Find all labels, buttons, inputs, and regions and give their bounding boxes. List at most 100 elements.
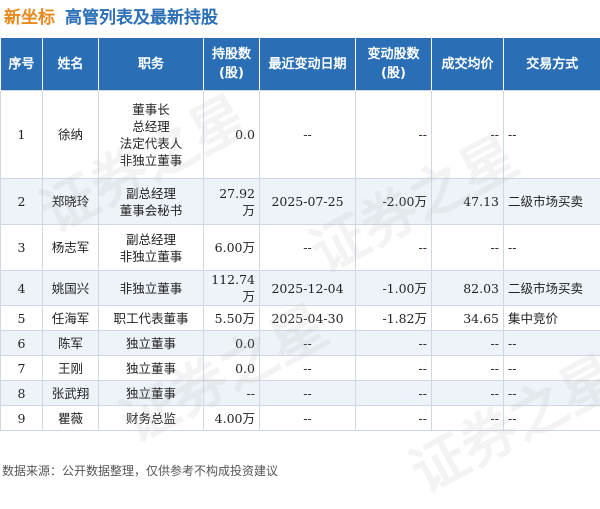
role-line: 独立董事	[103, 385, 199, 402]
cell-date: --	[260, 91, 356, 179]
cell-role: 非独立董事	[99, 271, 204, 306]
table-row: 9瞿薇财务总监4.00万--------	[1, 406, 600, 431]
cell-price: --	[432, 406, 504, 431]
cell-role: 副总经理非独立董事	[99, 225, 204, 271]
cell-change: -1.82万	[356, 306, 432, 331]
role-line: 董事长	[103, 101, 199, 118]
cell-name: 徐纳	[43, 91, 99, 179]
cell-index: 2	[1, 179, 43, 225]
data-source-note: 数据来源：公开数据整理，仅供参考不构成投资建议	[2, 462, 278, 479]
cell-shares: 6.00万	[204, 225, 260, 271]
cell-name: 陈军	[43, 331, 99, 356]
table-row: 2郑晓玲副总经理董事会秘书27.92万2025-07-25-2.00万47.13…	[1, 179, 600, 225]
cell-price: --	[432, 225, 504, 271]
cell-date: 2025-12-04	[260, 271, 356, 306]
cell-index: 7	[1, 356, 43, 381]
table-row: 5任海军职工代表董事 5.50万2025-04-30-1.82万34.65集中竞价	[1, 306, 600, 331]
cell-method: --	[504, 331, 600, 356]
cell-index: 3	[1, 225, 43, 271]
col-header-shares: 持股数 (股)	[204, 38, 260, 91]
cell-price: --	[432, 331, 504, 356]
cell-index: 1	[1, 91, 43, 179]
cell-price: --	[432, 381, 504, 406]
role-line: 独立董事	[103, 360, 199, 377]
cell-change: -1.00万	[356, 271, 432, 306]
cell-role: 财务总监	[99, 406, 204, 431]
cell-method: 二级市场买卖	[504, 179, 600, 225]
cell-change: -2.00万	[356, 179, 432, 225]
cell-method: --	[504, 356, 600, 381]
cell-name: 瞿薇	[43, 406, 99, 431]
col-header-index: 序号	[1, 38, 43, 91]
page-header: 新坐标 高管列表及最新持股	[0, 0, 600, 30]
role-line: 财务总监	[103, 410, 199, 427]
cell-role: 独立董事	[99, 331, 204, 356]
table-row: 6陈军独立董事0.0--------	[1, 331, 600, 356]
role-line: 非独立董事	[103, 248, 199, 265]
col-header-change-line1: 变动股数	[358, 45, 429, 64]
cell-change: --	[356, 356, 432, 381]
cell-date: 2025-04-30	[260, 306, 356, 331]
table-row: 3杨志军副总经理非独立董事6.00万--------	[1, 225, 600, 271]
role-line: 董事会秘书	[103, 202, 199, 219]
table-row: 4姚国兴非独立董事112.74万2025-12-04-1.00万82.03二级市…	[1, 271, 600, 306]
brand-name: 新坐标	[4, 3, 55, 28]
cell-price: --	[432, 356, 504, 381]
cell-date: --	[260, 225, 356, 271]
role-line: 法定代表人	[103, 135, 199, 152]
cell-method: 集中竞价	[504, 306, 600, 331]
cell-method: --	[504, 381, 600, 406]
cell-shares: 4.00万	[204, 406, 260, 431]
cell-shares: --	[204, 381, 260, 406]
cell-shares: 0.0	[204, 356, 260, 381]
table-row: 7王刚独立董事0.0--------	[1, 356, 600, 381]
col-header-change: 变动股数 (股)	[356, 38, 432, 91]
role-line: 总经理	[103, 118, 199, 135]
table-row: 8张武翔独立董事----------	[1, 381, 600, 406]
cell-price: 34.65	[432, 306, 504, 331]
col-header-role: 职务	[99, 38, 204, 91]
cell-role: 独立董事	[99, 356, 204, 381]
cell-role: 独立董事	[99, 381, 204, 406]
cell-change: --	[356, 91, 432, 179]
executive-table: 序号 姓名 职务 持股数 (股) 最近变动日期 变动股数 (股) 成交均价 交易…	[0, 38, 600, 431]
cell-method: --	[504, 91, 600, 179]
cell-date: --	[260, 331, 356, 356]
role-line: 副总经理	[103, 185, 199, 202]
cell-name: 任海军	[43, 306, 99, 331]
cell-shares: 5.50万	[204, 306, 260, 331]
cell-shares: 112.74万	[204, 271, 260, 306]
cell-name: 郑晓玲	[43, 179, 99, 225]
cell-change: --	[356, 225, 432, 271]
cell-change: --	[356, 406, 432, 431]
cell-name: 杨志军	[43, 225, 99, 271]
cell-name: 王刚	[43, 356, 99, 381]
cell-index: 8	[1, 381, 43, 406]
cell-date: 2025-07-25	[260, 179, 356, 225]
cell-date: --	[260, 381, 356, 406]
cell-shares: 0.0	[204, 91, 260, 179]
col-header-change-line2: (股)	[358, 64, 429, 83]
role-line: 独立董事	[103, 335, 199, 352]
col-header-shares-line2: (股)	[206, 64, 257, 83]
col-header-price: 成交均价	[432, 38, 504, 91]
cell-role: 职工代表董事	[99, 306, 204, 331]
col-header-method: 交易方式	[504, 38, 600, 91]
role-line: 副总经理	[103, 231, 199, 248]
cell-role: 董事长总经理法定代表人非独立董事	[99, 91, 204, 179]
role-line: 非独立董事	[103, 280, 199, 297]
cell-index: 5	[1, 306, 43, 331]
col-header-name: 姓名	[43, 38, 99, 91]
cell-price: --	[432, 91, 504, 179]
cell-change: --	[356, 331, 432, 356]
cell-name: 姚国兴	[43, 271, 99, 306]
page-title: 高管列表及最新持股	[65, 3, 218, 28]
table-row: 1徐纳董事长总经理法定代表人非独立董事0.0--------	[1, 91, 600, 179]
col-header-shares-line1: 持股数	[206, 45, 257, 64]
cell-role: 副总经理董事会秘书	[99, 179, 204, 225]
cell-name: 张武翔	[43, 381, 99, 406]
cell-index: 4	[1, 271, 43, 306]
cell-shares: 27.92万	[204, 179, 260, 225]
role-line: 非独立董事	[103, 152, 199, 169]
role-line: 职工代表董事	[103, 310, 199, 327]
